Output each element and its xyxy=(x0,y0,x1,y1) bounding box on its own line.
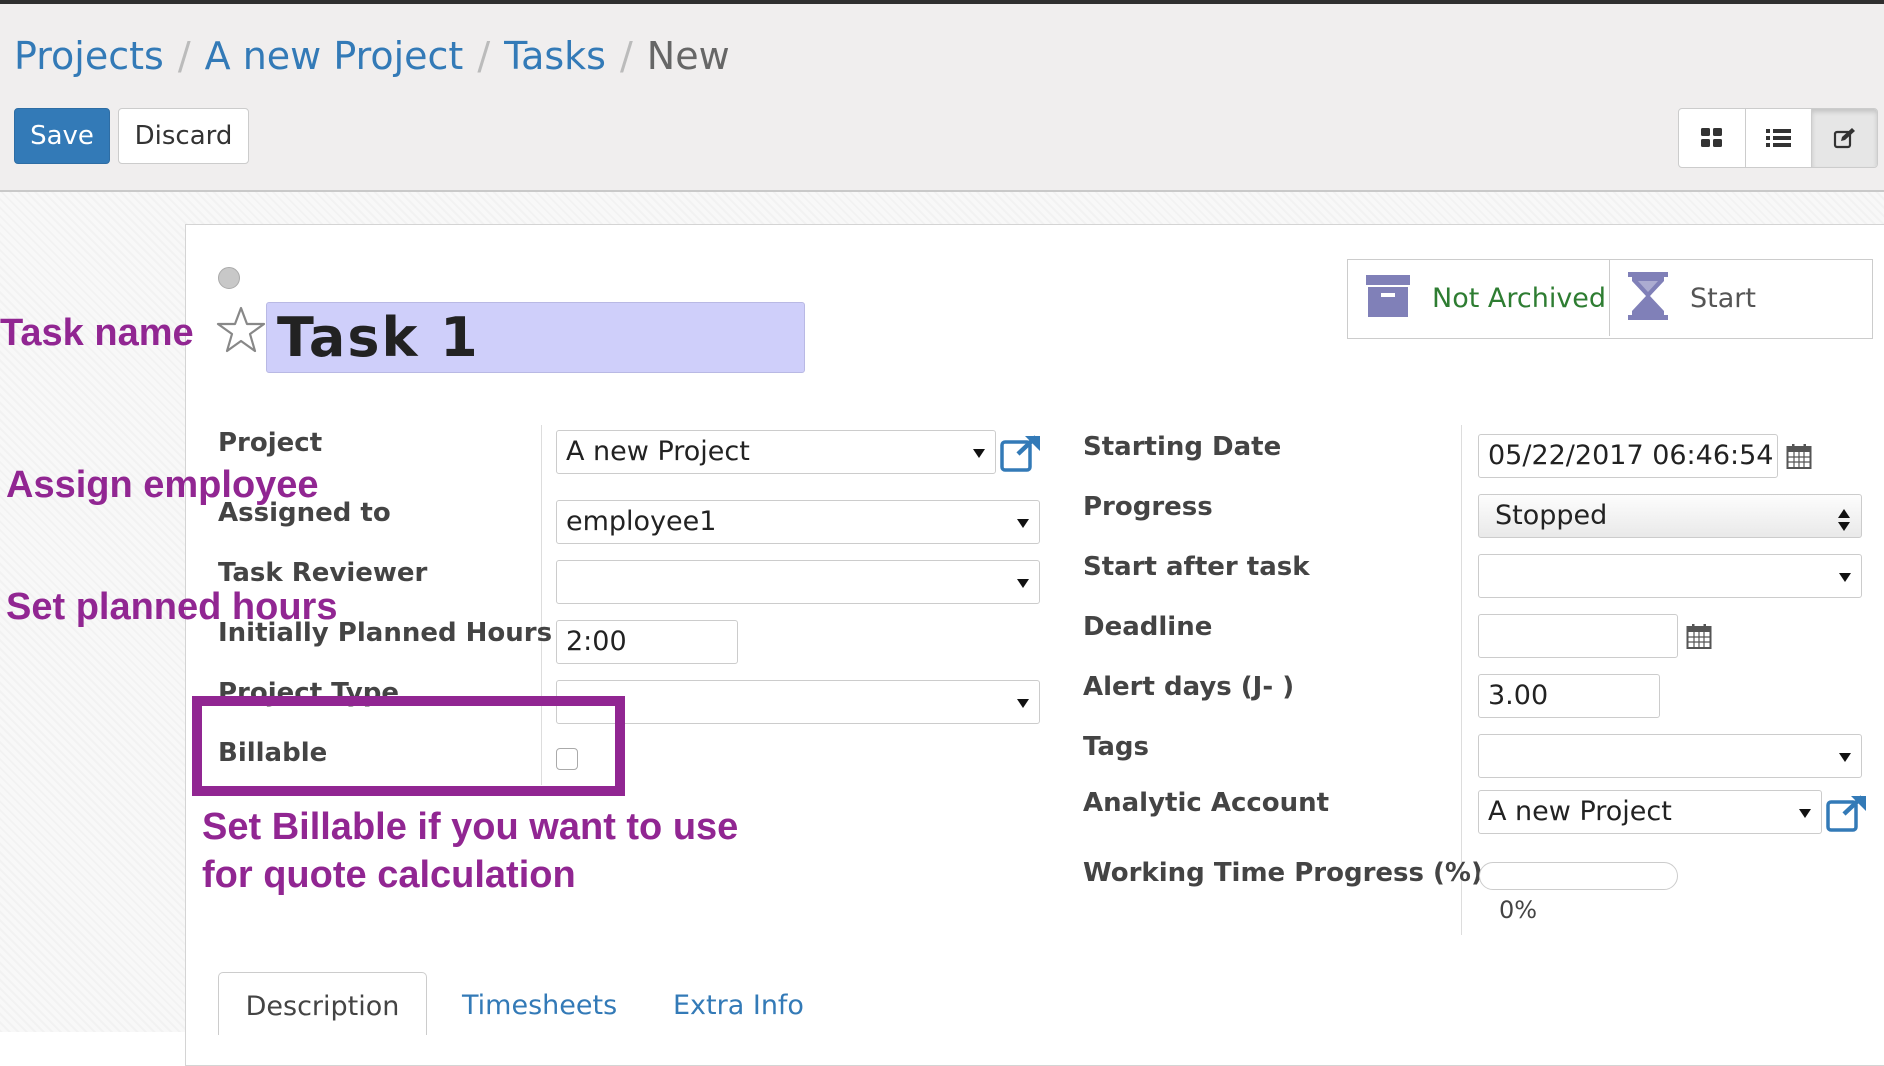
smart-buttons: Not Archived Start xyxy=(1347,259,1873,339)
kanban-state-icon[interactable] xyxy=(218,267,240,289)
calendar-icon[interactable] xyxy=(1686,623,1712,653)
archive-label: Not Archived xyxy=(1432,282,1607,314)
form-view-icon[interactable] xyxy=(1811,109,1877,167)
view-switcher xyxy=(1678,108,1878,168)
breadcrumb-separator: / xyxy=(477,34,491,78)
star-icon[interactable] xyxy=(216,305,266,355)
archive-toggle-button[interactable]: Not Archived xyxy=(1348,260,1610,336)
tags-select[interactable] xyxy=(1478,734,1862,778)
breadcrumb: Projects / A new Project / Tasks / New xyxy=(14,34,730,78)
project-type-select[interactable] xyxy=(556,680,1040,724)
starting-date-label: Starting Date xyxy=(1083,432,1282,462)
start-after-task-label: Start after task xyxy=(1083,552,1310,582)
breadcrumb-tasks[interactable]: Tasks xyxy=(504,34,606,78)
tab-extra-info[interactable]: Extra Info xyxy=(673,972,804,1034)
annotation-billable-line1: Set Billable if you want to use xyxy=(202,806,739,848)
tab-timesheets[interactable]: Timesheets xyxy=(462,972,617,1034)
working-time-progress-label: Working Time Progress (%) xyxy=(1083,858,1483,888)
control-panel: Projects / A new Project / Tasks / New xyxy=(0,4,1884,192)
breadcrumb-current: New xyxy=(646,34,730,78)
alert-days-input[interactable]: 3.00 xyxy=(1478,674,1660,718)
task-name-input[interactable]: Task 1 xyxy=(266,302,805,373)
tab-description[interactable]: Description xyxy=(218,972,427,1035)
tags-label: Tags xyxy=(1083,732,1150,762)
breadcrumb-projects[interactable]: Projects xyxy=(14,34,164,78)
project-value: A new Project xyxy=(566,436,750,467)
annotation-billable-line2: for quote calculation xyxy=(202,854,576,896)
planned-hours-value: 2:00 xyxy=(566,626,627,657)
save-button[interactable]: Save xyxy=(14,108,110,164)
deadline-input[interactable] xyxy=(1478,614,1678,658)
progress-select[interactable]: Stopped xyxy=(1478,494,1862,538)
progress-label: Progress xyxy=(1083,492,1213,522)
hourglass-icon xyxy=(1628,272,1668,324)
archive-icon xyxy=(1366,275,1410,321)
start-label: Start xyxy=(1690,282,1756,314)
working-time-progress-bar xyxy=(1479,862,1678,890)
annotation-highlight-box xyxy=(192,696,625,796)
select-arrows-icon xyxy=(1837,504,1851,546)
progress-value: Stopped xyxy=(1495,500,1608,531)
breadcrumb-project[interactable]: A new Project xyxy=(205,34,464,78)
breadcrumb-separator: / xyxy=(177,34,191,78)
deadline-label: Deadline xyxy=(1083,612,1213,642)
dropdown-caret-icon xyxy=(1017,519,1029,528)
planned-hours-input[interactable]: 2:00 xyxy=(556,620,738,664)
external-link-icon[interactable] xyxy=(1000,434,1042,476)
alert-days-label: Alert days (J- ) xyxy=(1083,672,1295,702)
analytic-account-label: Analytic Account xyxy=(1083,788,1330,818)
annotation-planned-hours: Set planned hours xyxy=(6,586,338,628)
project-select[interactable]: A new Project xyxy=(556,430,996,474)
working-time-progress-value: 0% xyxy=(1499,896,1538,924)
alert-days-value: 3.00 xyxy=(1488,680,1549,711)
dropdown-caret-icon xyxy=(973,449,985,458)
starting-date-input[interactable]: 05/22/2017 06:46:54 xyxy=(1478,434,1778,478)
annotation-task-name: Task name xyxy=(0,312,194,354)
assigned-to-value: employee1 xyxy=(566,506,717,537)
dropdown-caret-icon xyxy=(1839,753,1851,762)
start-after-task-select[interactable] xyxy=(1478,554,1862,598)
dropdown-caret-icon xyxy=(1017,579,1029,588)
discard-button[interactable]: Discard xyxy=(118,108,249,164)
annotation-assign-employee: Assign employee xyxy=(6,464,319,506)
task-reviewer-select[interactable] xyxy=(556,560,1040,604)
analytic-account-select[interactable]: A new Project xyxy=(1478,790,1822,834)
list-view-icon[interactable] xyxy=(1745,109,1811,167)
dropdown-caret-icon xyxy=(1799,809,1811,818)
calendar-icon[interactable] xyxy=(1786,443,1812,473)
dropdown-caret-icon xyxy=(1017,699,1029,708)
kanban-view-icon[interactable] xyxy=(1679,109,1745,167)
project-label: Project xyxy=(218,428,323,458)
external-link-icon[interactable] xyxy=(1826,794,1868,836)
breadcrumb-separator: / xyxy=(619,34,633,78)
analytic-account-value: A new Project xyxy=(1488,796,1672,827)
task-reviewer-label: Task Reviewer xyxy=(218,558,428,588)
start-timer-button[interactable]: Start xyxy=(1610,260,1870,336)
dropdown-caret-icon xyxy=(1839,573,1851,582)
starting-date-value: 05/22/2017 06:46:54 xyxy=(1488,440,1774,471)
assigned-to-select[interactable]: employee1 xyxy=(556,500,1040,544)
